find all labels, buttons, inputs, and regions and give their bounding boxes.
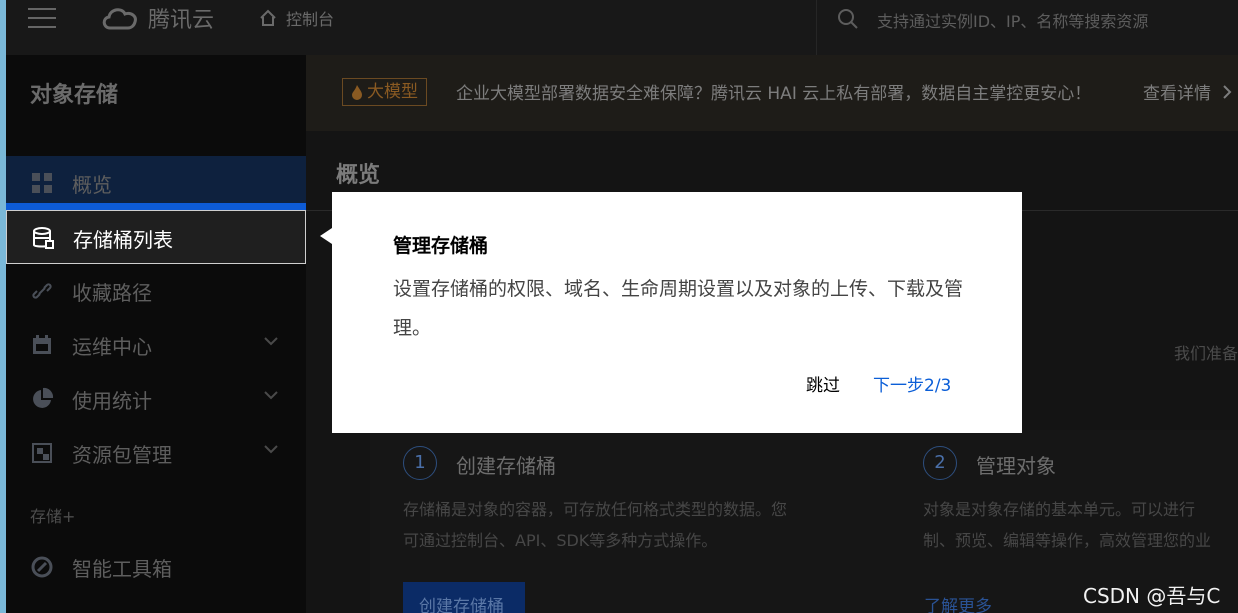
sidebar-item-smart-toolbox[interactable]: 智能工具箱 [6, 540, 306, 594]
hamburger-menu-icon[interactable] [28, 8, 56, 30]
step-description-line: 制、预览、编辑等操作，高效管理您的业 [923, 531, 1212, 550]
search-placeholder: 支持通过实例ID、IP、名称等搜索资源 [877, 12, 1149, 31]
guide-intro-text: 我们准备 [1174, 344, 1238, 363]
sidebar-item-label: 运维中心 [72, 335, 152, 359]
sidebar-item-usage-stats[interactable]: 使用统计 [6, 372, 306, 426]
step-description-line: 可通过控制台、API、SDK等多种方式操作。 [403, 531, 718, 550]
notice-details-link[interactable]: 查看详情 [1143, 79, 1232, 104]
step-title: 创建存储桶 [456, 454, 556, 478]
sidebar-item-label: 概览 [72, 173, 112, 197]
sidebar-title: 对象存储 [30, 83, 119, 108]
pie-chart-icon [33, 387, 54, 408]
sidebar-item-label: 存储桶列表 [73, 228, 173, 252]
sidebar-item-favorite-paths[interactable]: 收藏路径 [6, 264, 306, 318]
sidebar-item-label: 收藏路径 [72, 281, 152, 305]
guide-popover: 管理存储桶 设置存储桶的权限、域名、生命周期设置以及对象的上传、下载及管理。 跳… [332, 192, 1022, 433]
brand-name: 腾讯云 [148, 8, 215, 33]
step-description: 对象是对象存储的基本单元。可以进行 制、预览、编辑等操作，高效管理您的业 [923, 494, 1211, 556]
learn-more-link[interactable]: 了解更多 [924, 592, 992, 613]
popover-pointer [320, 228, 332, 244]
chevron-down-icon [264, 337, 278, 346]
cloud-logo-icon [102, 8, 137, 30]
top-navigation-bar: 腾讯云 控制台 支持通过实例ID、IP、名称等搜索资源 [0, 0, 1238, 55]
console-home-link[interactable]: 控制台 [258, 6, 334, 30]
flame-icon [352, 85, 362, 100]
skip-button[interactable]: 跳过 [806, 371, 840, 396]
bucket-icon [33, 227, 54, 249]
window-edge-strip [0, 0, 6, 613]
link-icon [32, 283, 52, 299]
global-search-input[interactable]: 支持通过实例ID、IP、名称等搜索资源 [816, 0, 1238, 55]
popover-body: 设置存储桶的权限、域名、生命周期设置以及对象的上传、下载及管理。 [393, 278, 964, 339]
notice-details-label: 查看详情 [1143, 84, 1211, 104]
notice-text: 企业大模型部署数据安全难保障？腾讯云 HAI 云上私有部署，数据自主掌控更安心！ [456, 84, 1092, 104]
package-icon [32, 443, 52, 463]
chevron-down-icon [264, 445, 278, 454]
chevron-right-icon [1223, 85, 1232, 99]
step-title: 管理对象 [976, 454, 1056, 478]
sidebar-item-bucket-list[interactable]: 存储桶列表 [6, 210, 306, 264]
sidebar-section-label: 存储+ [30, 507, 76, 526]
notice-tag-label: 大模型 [367, 82, 418, 102]
create-bucket-button[interactable]: 创建存储桶 [403, 582, 525, 613]
notice-banner: 大模型 企业大模型部署数据安全难保障？腾讯云 HAI 云上私有部署，数据自主掌控… [306, 55, 1238, 131]
home-icon [260, 9, 276, 26]
search-icon [838, 9, 858, 29]
step-number-badge: 1 [403, 446, 437, 480]
step-description: 存储桶是对象的容器，可存放任何格式类型的数据。您 可通过控制台、API、SDK等… [403, 494, 787, 556]
popover-title: 管理存储桶 [393, 235, 489, 257]
grid-icon [32, 173, 52, 193]
sidebar: 对象存储 概览 存储桶列表 收藏路径 运维中心 使用统计 资源包管理 存储+ 智… [0, 55, 306, 613]
sidebar-item-label: 使用统计 [72, 389, 152, 413]
tencent-cloud-logo[interactable]: 腾讯云 [100, 3, 214, 33]
chevron-down-icon [264, 391, 278, 400]
sidebar-item-label: 智能工具箱 [72, 557, 172, 581]
notice-tag: 大模型 [342, 78, 427, 106]
watermark: CSDN @吾与C [1083, 584, 1221, 608]
sidebar-item-package-management[interactable]: 资源包管理 [6, 426, 306, 480]
page-title: 概览 [336, 163, 381, 188]
next-step-button[interactable]: 下一步2/3 [873, 371, 951, 396]
step-card-create-bucket: 1 创建存储桶 存储桶是对象的容器，可存放任何格式类型的数据。您 可通过控制台、… [370, 430, 890, 613]
sidebar-item-overview[interactable]: 概览 [6, 156, 306, 210]
calendar-icon [33, 335, 51, 354]
sidebar-item-ops-center[interactable]: 运维中心 [6, 318, 306, 372]
sidebar-item-label: 资源包管理 [72, 443, 172, 467]
step-description-line: 存储桶是对象的容器，可存放任何格式类型的数据。您 [403, 500, 788, 519]
console-link-label: 控制台 [286, 10, 335, 29]
tools-icon [31, 556, 53, 578]
step-description-line: 对象是对象存储的基本单元。可以进行 [923, 500, 1196, 519]
step-number-badge: 2 [923, 446, 957, 480]
